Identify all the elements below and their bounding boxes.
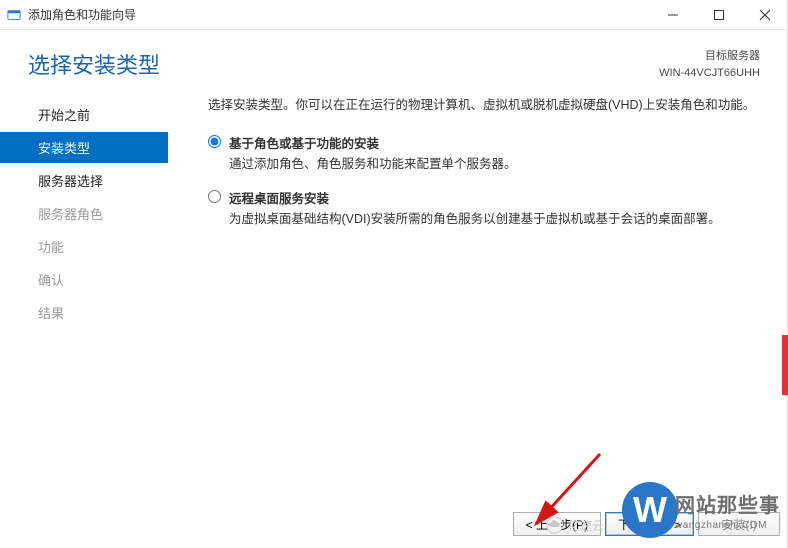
close-button[interactable]	[742, 0, 788, 30]
minimize-button[interactable]	[650, 0, 696, 30]
watermark-logo-circle: W	[622, 482, 678, 538]
option-role-based-text: 基于角色或基于功能的安装 通过添加角色、角色服务和功能来配置单个服务器。	[229, 133, 760, 174]
target-server-info: 目标服务器 WIN-44VCJT66UHH	[659, 48, 760, 81]
wizard-content: 选择安装类型。你可以在正在运行的物理计算机、虚拟机或脱机虚拟硬盘(VHD)上安装…	[168, 87, 788, 491]
option-rds-desc: 为虚拟桌面基础结构(VDI)安装所需的角色服务以创建基于虚拟机或基于会话的桌面部…	[229, 209, 760, 229]
step-server-roles: 服务器角色	[0, 198, 168, 229]
option-rds-text: 远程桌面服务安装 为虚拟桌面基础结构(VDI)安装所需的角色服务以创建基于虚拟机…	[229, 188, 760, 229]
option-rds-radio[interactable]	[208, 190, 221, 203]
app-icon	[6, 7, 22, 23]
step-installation-type[interactable]: 安装类型	[0, 132, 168, 163]
watermark-letter: W	[633, 489, 667, 531]
option-rds-title: 远程桌面服务安装	[229, 188, 760, 207]
page-title: 选择安装类型	[28, 48, 160, 80]
option-role-based-radio[interactable]	[208, 135, 221, 148]
maximize-button[interactable]	[696, 0, 742, 30]
step-confirmation: 确认	[0, 264, 168, 295]
window-title: 添加角色和功能向导	[28, 6, 136, 23]
install-button: 安装(I)	[698, 512, 780, 536]
option-role-based-desc: 通过添加角色、角色服务和功能来配置单个服务器。	[229, 154, 760, 174]
titlebar: 添加角色和功能向导	[0, 0, 788, 30]
wizard-header: 选择安装类型 目标服务器 WIN-44VCJT66UHH	[0, 30, 788, 87]
step-server-selection[interactable]: 服务器选择	[0, 165, 168, 196]
option-role-based-title: 基于角色或基于功能的安装	[229, 133, 760, 152]
wizard-steps-sidebar: 开始之前 安装类型 服务器选择 服务器角色 功能 确认 结果	[0, 87, 168, 491]
step-features: 功能	[0, 231, 168, 262]
annotation-red-bar	[782, 335, 788, 395]
option-role-based[interactable]: 基于角色或基于功能的安装 通过添加角色、角色服务和功能来配置单个服务器。	[208, 133, 760, 174]
instruction-text: 选择安装类型。你可以在正在运行的物理计算机、虚拟机或脱机虚拟硬盘(VHD)上安装…	[208, 95, 760, 115]
window-controls	[650, 0, 788, 30]
step-before-you-begin[interactable]: 开始之前	[0, 99, 168, 130]
target-server-label: 目标服务器	[659, 48, 760, 65]
target-server-name: WIN-44VCJT66UHH	[659, 65, 760, 82]
previous-button[interactable]: < 上一步(P)	[513, 512, 601, 536]
step-results: 结果	[0, 297, 168, 328]
option-rds[interactable]: 远程桌面服务安装 为虚拟桌面基础结构(VDI)安装所需的角色服务以创建基于虚拟机…	[208, 188, 760, 229]
wizard-body: 开始之前 安装类型 服务器选择 服务器角色 功能 确认 结果 选择安装类型。你可…	[0, 87, 788, 491]
